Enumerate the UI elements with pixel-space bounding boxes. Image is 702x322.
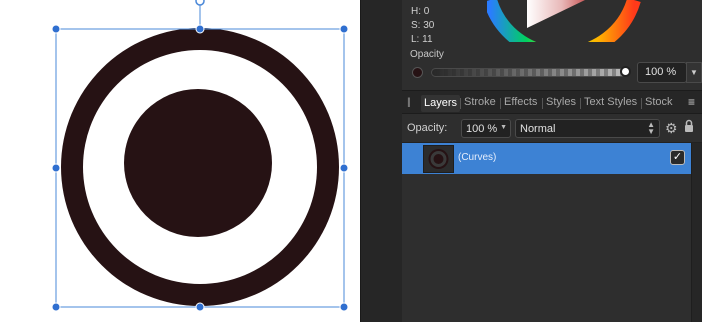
gear-icon[interactable]: ⚙ (665, 120, 678, 137)
opacity-input[interactable]: 100 % (637, 62, 687, 83)
lock-icon[interactable] (684, 119, 694, 133)
blend-mode-value: Normal (520, 123, 556, 135)
resize-handle-top[interactable] (195, 24, 205, 34)
layer-opacity-label: Opacity: (407, 122, 448, 134)
tab-stock[interactable]: Stock (645, 96, 673, 108)
canvas-artwork[interactable] (0, 0, 360, 322)
rotation-handle[interactable] (195, 0, 205, 6)
panel-tabbar: ||| Layers Stroke Effects Styles Text St… (402, 90, 702, 114)
opacity-slider[interactable] (431, 68, 626, 77)
layers-list-empty-area (402, 174, 691, 322)
tab-divider (542, 98, 543, 109)
resize-handle-bottom-left[interactable] (51, 302, 61, 312)
resize-handle-top-left[interactable] (51, 24, 61, 34)
layers-scrollbar[interactable] (691, 143, 702, 322)
current-color-swatch[interactable] (412, 67, 423, 78)
layer-visibility-checkbox[interactable]: ✓ (670, 150, 685, 165)
lightness-readout: L: 11 (411, 34, 433, 45)
resize-handle-left[interactable] (51, 163, 61, 173)
hue-readout: H: 0 (411, 6, 430, 17)
panel-menu-icon[interactable]: ≡ (688, 95, 695, 109)
document-canvas[interactable] (0, 0, 360, 322)
resize-handle-top-right[interactable] (339, 24, 349, 34)
layer-thumbnail (423, 145, 454, 173)
resize-handle-right[interactable] (339, 163, 349, 173)
blend-mode-select[interactable]: Normal ▲ ▼ (515, 119, 660, 138)
opacity-label: Opacity (410, 49, 444, 60)
tab-divider (580, 98, 581, 109)
tab-text-styles[interactable]: Text Styles (584, 96, 637, 108)
layer-opacity-input[interactable]: 100 % ▼ (461, 119, 511, 138)
saturation-readout: S: 30 (411, 20, 435, 31)
color-panel: H: 0 S: 30 L: 11 Opacity 100 % ▼ (402, 0, 702, 90)
panel-grip-icon[interactable]: ||| (407, 97, 411, 108)
stepper-icon: ▲ ▼ (647, 120, 655, 136)
canvas-gutter (360, 0, 402, 322)
color-wheel[interactable] (487, 0, 657, 42)
tab-divider (500, 98, 501, 109)
layer-row[interactable]: (Curves) ✓ (402, 143, 691, 174)
layer-opacity-value: 100 % (466, 123, 498, 135)
layer-controls: Opacity: 100 % ▼ Normal ▲ ▼ ⚙ (402, 114, 702, 143)
tab-layers[interactable]: Layers (421, 95, 461, 112)
resize-handle-bottom-right[interactable] (339, 302, 349, 312)
tab-styles[interactable]: Styles (546, 96, 576, 108)
resize-handle-bottom[interactable] (195, 302, 205, 312)
tab-stroke[interactable]: Stroke (464, 96, 496, 108)
saturation-triangle[interactable] (527, 0, 585, 28)
tab-divider (641, 98, 642, 109)
opacity-slider-knob[interactable] (620, 66, 631, 77)
studio-panel: H: 0 S: 30 L: 11 Opacity 100 % ▼ ||| Lay… (402, 0, 702, 322)
tab-effects[interactable]: Effects (504, 96, 537, 108)
inner-disc-shape[interactable] (124, 89, 272, 237)
tab-divider (460, 98, 461, 109)
layer-name: (Curves) (458, 152, 497, 163)
opacity-dropdown-button[interactable]: ▼ (686, 62, 702, 83)
chevron-down-icon: ▼ (500, 124, 507, 131)
